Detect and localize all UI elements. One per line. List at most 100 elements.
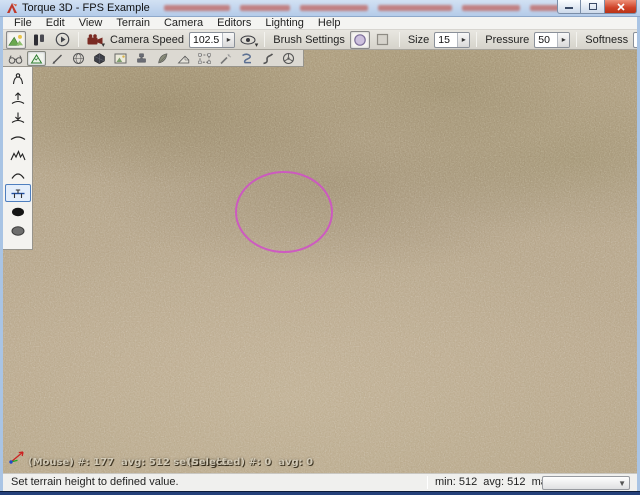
river-editor-icon xyxy=(239,52,254,65)
softness-field: 100 ▸ xyxy=(633,32,637,48)
terrain-painter-button[interactable] xyxy=(111,51,130,66)
shape-editor-icon xyxy=(281,52,296,65)
mission-area-editor-button[interactable] xyxy=(195,51,214,66)
toggle-panels-button[interactable] xyxy=(29,31,49,49)
maximize-button[interactable] xyxy=(581,0,605,14)
mesh-road-editor-button[interactable] xyxy=(174,51,193,66)
decal-editor-button[interactable] xyxy=(132,51,151,66)
close-button[interactable] xyxy=(605,0,637,14)
river-editor-button[interactable] xyxy=(237,51,256,66)
grab-terrain-button[interactable] xyxy=(5,70,31,88)
brush-cursor-ellipse xyxy=(235,171,333,253)
camera-menu-button[interactable]: ▾ xyxy=(85,31,105,49)
toolbar-separator xyxy=(399,32,400,47)
menu-view[interactable]: View xyxy=(72,17,110,30)
circle-brush-icon xyxy=(353,33,367,47)
toolbar-separator xyxy=(78,32,79,47)
window-title: Torque 3D - FPS Example xyxy=(22,2,150,14)
raise-height-icon xyxy=(8,91,28,105)
menu-help[interactable]: Help xyxy=(311,17,348,30)
paint-noise-button[interactable] xyxy=(5,146,31,164)
torque-logo-icon xyxy=(6,2,18,14)
menu-lighting[interactable]: Lighting xyxy=(258,17,311,30)
grab-terrain-icon xyxy=(8,72,28,86)
set-height-button[interactable] xyxy=(5,184,31,202)
mesh-road-editor-icon xyxy=(176,52,191,65)
toolbar-separator xyxy=(476,32,477,47)
menu-editors[interactable]: Editors xyxy=(210,17,258,30)
statusbar-dropdown[interactable]: ▼ xyxy=(542,476,630,490)
lower-height-button[interactable] xyxy=(5,108,31,126)
set-empty-button[interactable] xyxy=(5,203,31,221)
softness-input[interactable]: 100 xyxy=(634,34,637,46)
status-message: Set terrain height to defined value. xyxy=(11,476,179,488)
terrain-editor-icon xyxy=(29,52,44,65)
square-brush-button[interactable] xyxy=(373,31,393,49)
size-field: 15 ▸ xyxy=(434,32,470,48)
raise-height-button[interactable] xyxy=(5,89,31,107)
clear-empty-button[interactable] xyxy=(5,222,31,240)
redacted-title-text xyxy=(164,5,564,11)
editors-toolbar xyxy=(3,50,304,67)
circle-brush-button[interactable] xyxy=(350,31,370,49)
mission-area-editor-icon xyxy=(197,52,212,65)
window-bottom-frame xyxy=(0,491,640,495)
status-bar: Set terrain height to defined value. min… xyxy=(3,473,637,491)
panels-icon xyxy=(32,33,46,47)
camera-speed-field: 102.5 ▸ xyxy=(189,32,235,48)
datablock-editor-icon xyxy=(92,52,107,65)
pressure-field: 50 ▸ xyxy=(534,32,570,48)
terrain-tool-palette xyxy=(3,67,33,250)
play-icon xyxy=(55,32,70,47)
chevron-down-icon: ▾ xyxy=(255,43,259,49)
menu-edit[interactable]: Edit xyxy=(39,17,72,30)
window-controls xyxy=(557,0,637,14)
chevron-down-icon: ▼ xyxy=(618,479,626,488)
menu-terrain[interactable]: Terrain xyxy=(109,17,157,30)
lower-height-icon xyxy=(8,110,28,124)
road-path-editor-icon xyxy=(260,52,275,65)
smooth-button[interactable] xyxy=(5,127,31,145)
shape-editor-button[interactable] xyxy=(279,51,298,66)
material-editor-icon xyxy=(71,52,86,65)
road-path-editor-button[interactable] xyxy=(258,51,277,66)
maximize-icon xyxy=(589,3,597,10)
particle-editor-icon xyxy=(218,52,233,65)
material-editor-button[interactable] xyxy=(69,51,88,66)
play-button[interactable] xyxy=(52,31,72,49)
brush-settings-label: Brush Settings xyxy=(273,34,345,46)
pressure-spinner[interactable]: ▸ xyxy=(557,33,569,47)
clear-empty-icon xyxy=(8,224,28,238)
menubar: File Edit View Terrain Camera Editors Li… xyxy=(3,17,637,30)
set-empty-icon xyxy=(8,205,28,219)
smooth-slope-icon xyxy=(8,167,28,181)
camera-speed-input[interactable]: 102.5 xyxy=(190,34,222,46)
statusbar-divider xyxy=(427,476,428,489)
forest-editor-button[interactable] xyxy=(153,51,172,66)
smooth-slope-button[interactable] xyxy=(5,165,31,183)
menu-camera[interactable]: Camera xyxy=(157,17,210,30)
terrain-noise-texture xyxy=(3,50,637,473)
pressure-label: Pressure xyxy=(485,34,529,46)
viewport-canvas[interactable]: (Mouse) #: 177 avg: 512 setHeight (Selec… xyxy=(3,50,637,473)
object-editor-button[interactable] xyxy=(6,51,25,66)
minimize-icon xyxy=(565,3,573,10)
visibility-menu-button[interactable]: ▾ xyxy=(238,31,258,49)
selection-status: (Selected) #: 0 avg: 0 xyxy=(187,457,313,468)
size-spinner[interactable]: ▸ xyxy=(457,33,469,47)
minimize-button[interactable] xyxy=(557,0,581,14)
smooth-icon xyxy=(8,129,28,143)
camera-speed-spinner[interactable]: ▸ xyxy=(222,33,234,47)
square-brush-icon xyxy=(376,33,389,46)
menu-file[interactable]: File xyxy=(7,17,39,30)
main-toolbar: ▾ Camera Speed 102.5 ▸ ▾ Brush Settings xyxy=(3,30,637,50)
datablock-editor-button[interactable] xyxy=(90,51,109,66)
terrain-scene-icon xyxy=(8,33,24,47)
world-editor-button[interactable] xyxy=(6,31,26,49)
terrain-editor-button[interactable] xyxy=(27,51,46,66)
pressure-input[interactable]: 50 xyxy=(535,34,557,46)
particle-editor-button[interactable] xyxy=(216,51,235,66)
size-input[interactable]: 15 xyxy=(435,34,457,46)
sketch-tool-button[interactable] xyxy=(48,51,67,66)
forest-editor-icon xyxy=(155,52,170,65)
